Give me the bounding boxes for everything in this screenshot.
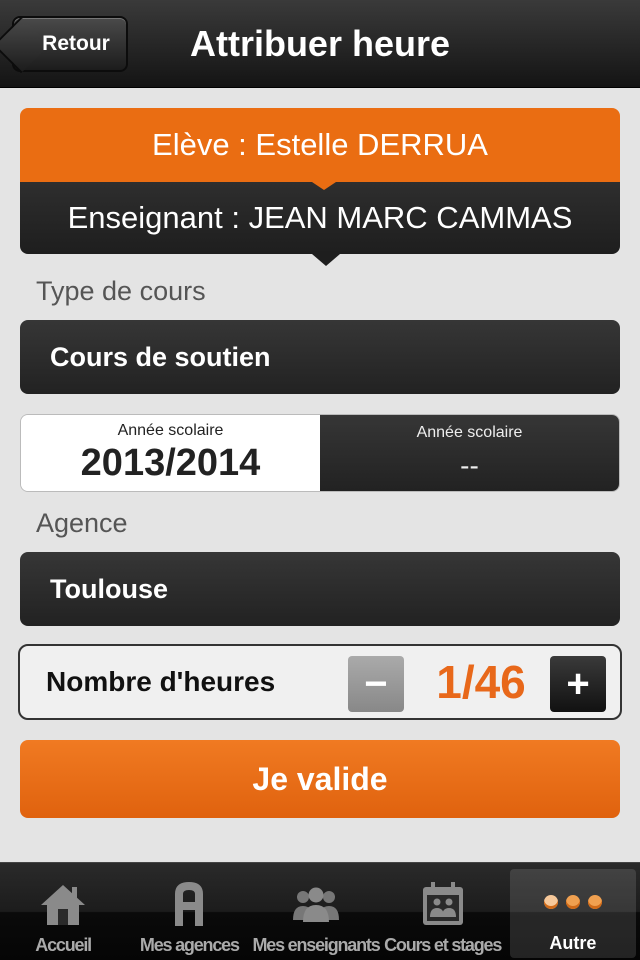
tab-autre[interactable]: Autre	[509, 869, 636, 958]
page-title: Attribuer heure	[189, 23, 451, 64]
more-dots-icon	[543, 877, 602, 927]
hours-value: 1/46	[436, 656, 526, 708]
school-year-option-1[interactable]: Année scolaire 2013/2014	[21, 415, 320, 491]
tab-bar: Accueil Mes agences Mes enseignants Cour…	[0, 862, 640, 960]
tab-accueil[interactable]: Accueil	[0, 863, 126, 960]
tab-label: Accueil	[35, 935, 92, 955]
agency-select[interactable]: Toulouse	[20, 552, 620, 626]
tab-mes-enseignants[interactable]: Mes enseignants	[252, 863, 381, 960]
house-icon	[37, 879, 89, 929]
back-button[interactable]: Retour	[12, 16, 128, 72]
school-year-option-value: 2013/2014	[80, 441, 261, 484]
tab-cours-et-stages[interactable]: Cours et stages	[380, 863, 506, 960]
school-year-option-label: Année scolaire	[117, 421, 224, 439]
school-year-option-label: Année scolaire	[416, 424, 523, 441]
navigation-bar: Retour Attribuer heure	[0, 0, 640, 88]
calendar-icon	[417, 879, 469, 929]
tab-label: Mes enseignants	[252, 935, 380, 955]
hours-label: Nombre d'heures	[46, 666, 276, 697]
assignment-card: Elève : Estelle DERRUA Enseignant : JEAN…	[20, 108, 620, 266]
decrement-button[interactable]: −	[348, 656, 404, 712]
student-name: Elève : Estelle DERRUA	[20, 108, 620, 190]
people-icon	[290, 879, 342, 929]
agency-label: Agence	[36, 508, 128, 538]
validate-button[interactable]: Je valide	[20, 740, 620, 818]
school-year-segmented-control: Année scolaire 2013/2014 Année scolaire …	[20, 414, 620, 492]
course-type-select[interactable]: Cours de soutien	[20, 320, 620, 394]
increment-button[interactable]: +	[550, 656, 606, 712]
agency-a-icon	[163, 879, 215, 929]
tab-label: Autre	[549, 933, 597, 953]
school-year-option-value: --	[460, 450, 479, 481]
tab-mes-agences[interactable]: Mes agences	[126, 863, 252, 960]
tab-label: Cours et stages	[384, 935, 502, 955]
hours-stepper: Nombre d'heures − 1/46 +	[18, 644, 622, 720]
tab-label: Mes agences	[139, 935, 240, 955]
teacher-name: Enseignant : JEAN MARC CAMMAS	[20, 182, 620, 266]
back-button-label: Retour	[42, 32, 110, 55]
school-year-option-2[interactable]: Année scolaire --	[320, 415, 619, 491]
course-type-label: Type de cours	[36, 276, 206, 306]
